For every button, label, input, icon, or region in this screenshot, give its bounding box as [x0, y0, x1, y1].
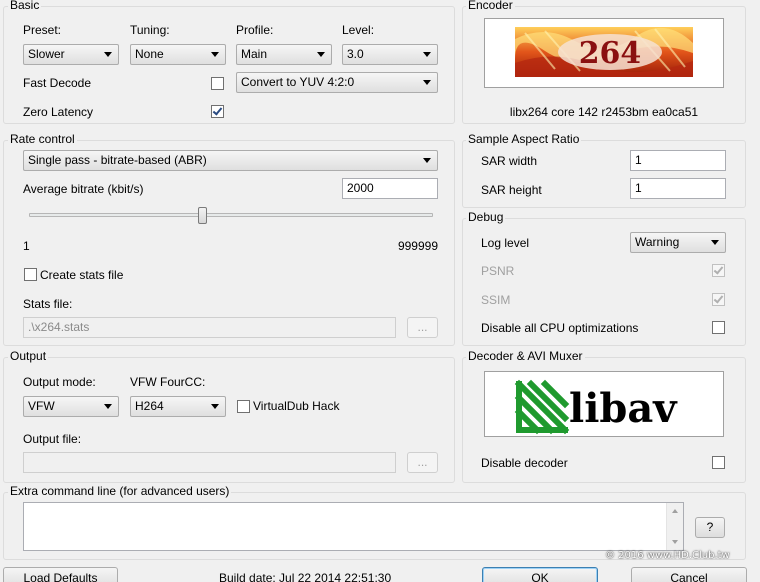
checkmark-icon [212, 105, 223, 116]
stats-file-label: Stats file: [23, 297, 73, 311]
log-level-combo[interactable]: Warning [630, 232, 726, 253]
level-combo[interactable]: 3.0 [342, 44, 438, 65]
extra-cmdline-scrollbar[interactable] [666, 503, 683, 550]
chevron-down-icon [317, 52, 325, 57]
output-mode-combo[interactable]: VFW [23, 396, 119, 417]
bitrate-slider-track[interactable] [29, 213, 433, 217]
disable-cpu-label: Disable all CPU optimizations [481, 321, 639, 335]
slider-min-label: 1 [23, 239, 30, 253]
load-defaults-button[interactable]: Load Defaults [3, 567, 118, 582]
build-date-label: Build date: Jul 22 2014 22:51:30 [219, 571, 392, 582]
cancel-button[interactable]: Cancel [631, 567, 747, 582]
encoder-group-title: Encoder [466, 0, 515, 12]
stats-file-input[interactable]: .\x264.stats [23, 317, 396, 338]
stats-file-browse-button[interactable]: ... [407, 317, 438, 338]
profile-combo[interactable]: Main [236, 44, 332, 65]
checkmark-icon [713, 293, 724, 304]
fast-decode-label: Fast Decode [23, 76, 92, 90]
x264-logo-graphic: 264 [515, 27, 693, 77]
log-level-value: Warning [635, 235, 680, 249]
bitrate-slider-thumb[interactable] [198, 207, 207, 224]
libav-logo-graphic: libav [514, 379, 678, 435]
fast-decode-checkbox[interactable] [211, 77, 224, 90]
sar-height-input[interactable]: 1 [630, 178, 726, 199]
chevron-down-icon [211, 404, 219, 409]
rate-control-group-title: Rate control [8, 132, 77, 146]
preset-combo-value: Slower [28, 47, 65, 61]
ssim-label: SSIM [481, 293, 511, 307]
basic-group-title: Basic [8, 0, 42, 12]
help-button[interactable]: ? [695, 517, 725, 538]
scroll-up-icon[interactable] [672, 509, 678, 513]
log-level-label: Log level [481, 236, 530, 250]
x264-logo-text: 264 [579, 36, 642, 71]
chevron-down-icon [423, 80, 431, 85]
sar-group-title: Sample Aspect Ratio [466, 132, 582, 146]
extra-cmdline-textarea[interactable] [23, 502, 684, 551]
decoder-group-title: Decoder & AVI Muxer [466, 349, 585, 363]
profile-label: Profile: [236, 23, 274, 37]
create-stats-checkbox[interactable] [24, 268, 37, 281]
level-combo-value: 3.0 [347, 47, 364, 61]
chevron-down-icon [423, 158, 431, 163]
sar-width-label: SAR width [481, 154, 538, 168]
chevron-down-icon [711, 240, 719, 245]
psnr-checkbox[interactable] [712, 264, 725, 277]
tuning-combo-value: None [135, 47, 164, 61]
watermark-text: © 2016 www.HD.Club.tw [605, 550, 730, 561]
libav-logo-text: libav [569, 385, 678, 432]
output-file-label: Output file: [23, 432, 82, 446]
output-file-browse-button[interactable]: ... [407, 452, 438, 473]
sar-height-label: SAR height [481, 183, 542, 197]
chevron-down-icon [423, 52, 431, 57]
psnr-label: PSNR [481, 264, 515, 278]
ok-button[interactable]: OK [482, 567, 598, 582]
vfw-fourcc-combo[interactable]: H264 [130, 396, 226, 417]
output-file-input[interactable] [23, 452, 396, 473]
rate-control-mode-combo[interactable]: Single pass - bitrate-based (ABR) [23, 150, 438, 171]
scroll-down-icon[interactable] [672, 540, 678, 544]
output-group-title: Output [8, 349, 49, 363]
extra-cmdline-group-title: Extra command line (for advanced users) [8, 484, 232, 498]
rate-control-mode-value: Single pass - bitrate-based (ABR) [28, 153, 207, 167]
zero-latency-checkbox[interactable] [211, 105, 224, 118]
level-label: Level: [342, 23, 375, 37]
encoder-version: libx264 core 142 r2453bm ea0ca51 [509, 105, 699, 119]
tuning-label: Tuning: [130, 23, 170, 37]
debug-group-title: Debug [466, 210, 506, 224]
colorspace-combo[interactable]: Convert to YUV 4:2:0 [236, 72, 438, 93]
bitrate-input[interactable]: 2000 [342, 178, 438, 199]
create-stats-label: Create stats file [40, 268, 124, 282]
disable-cpu-checkbox[interactable] [712, 321, 725, 334]
libav-logo: libav [484, 371, 724, 437]
output-mode-value: VFW [28, 399, 55, 413]
virtualdub-hack-checkbox[interactable] [237, 400, 250, 413]
sar-width-input[interactable]: 1 [630, 150, 726, 171]
bitrate-label: Average bitrate (kbit/s) [23, 182, 144, 196]
chevron-down-icon [104, 52, 112, 57]
profile-combo-value: Main [241, 47, 268, 61]
tuning-combo[interactable]: None [130, 44, 226, 65]
checkmark-icon [713, 264, 724, 275]
disable-decoder-label: Disable decoder [481, 456, 568, 470]
disable-decoder-checkbox[interactable] [712, 456, 725, 469]
zero-latency-label: Zero Latency [23, 105, 94, 119]
chevron-down-icon [104, 404, 112, 409]
vfw-fourcc-value: H264 [135, 399, 164, 413]
x264-logo: 264 [484, 18, 724, 88]
preset-combo[interactable]: Slower [23, 44, 119, 65]
output-mode-label: Output mode: [23, 375, 96, 389]
vfw-fourcc-label: VFW FourCC: [130, 375, 206, 389]
chevron-down-icon [211, 52, 219, 57]
virtualdub-hack-label: VirtualDub Hack [253, 399, 340, 413]
colorspace-combo-value: Convert to YUV 4:2:0 [241, 75, 355, 89]
ssim-checkbox[interactable] [712, 293, 725, 306]
slider-max-label: 999999 [397, 239, 438, 253]
preset-label: Preset: [23, 23, 62, 37]
